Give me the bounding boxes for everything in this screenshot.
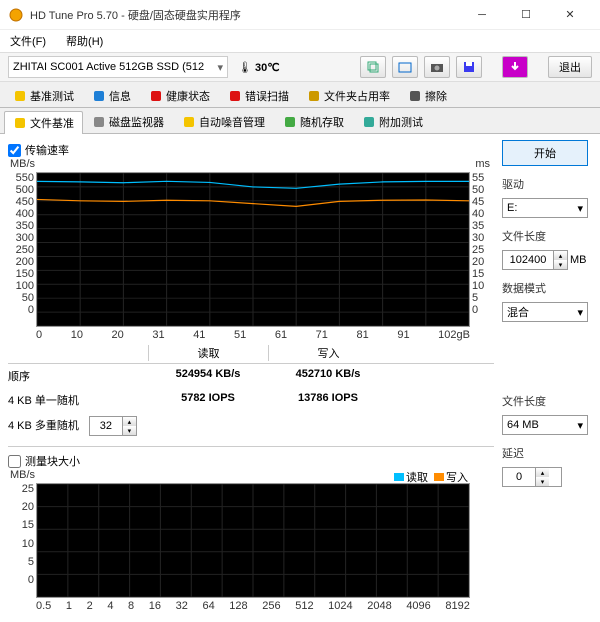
- tab-磁盘监视器[interactable]: 磁盘监视器: [83, 110, 173, 133]
- chevron-down-icon: ▾: [577, 202, 583, 215]
- chevron-down-icon: ▾: [217, 61, 223, 74]
- file-length2-label: 文件长度: [502, 393, 592, 409]
- tab-自动噪音管理[interactable]: 自动噪音管理: [173, 110, 274, 133]
- results-row: 顺序524954 KB/s452710 KB/s: [8, 364, 494, 388]
- delay-label: 延迟: [502, 445, 592, 461]
- temperature-value: 30℃: [255, 61, 280, 74]
- start-button[interactable]: 开始: [502, 140, 588, 166]
- titlebar: HD Tune Pro 5.70 - 硬盘/固态硬盘实用程序 ─ ☐ ✕: [0, 0, 600, 30]
- screenshot-button[interactable]: [392, 56, 418, 78]
- delay-spinner[interactable]: ▴▾: [502, 467, 562, 487]
- tabs-row-2: 文件基准磁盘监视器自动噪音管理随机存取附加测试: [0, 108, 600, 134]
- chart1-ylabel: MB/s: [10, 158, 35, 170]
- file-length-spinner[interactable]: ▴▾: [502, 250, 568, 270]
- tab-擦除[interactable]: 擦除: [399, 84, 456, 107]
- tab-icon: [408, 89, 422, 103]
- results-row: 4 KB 多重随机▴▾: [8, 412, 494, 440]
- data-mode-label: 数据模式: [502, 280, 592, 296]
- tab-icon: [182, 115, 196, 129]
- copy-button[interactable]: [360, 56, 386, 78]
- results-header-write: 写入: [268, 345, 388, 361]
- tab-文件夹占用率[interactable]: 文件夹占用率: [298, 84, 399, 107]
- camera-button[interactable]: [424, 56, 450, 78]
- chevron-down-icon: ▾: [577, 419, 583, 432]
- chart2-xaxis: 0.512481632641282565121024204840968192: [36, 600, 470, 612]
- tab-icon: [283, 115, 297, 129]
- block-size-label: 测量块大小: [25, 453, 80, 469]
- menubar: 文件(F) 帮助(H): [0, 30, 600, 52]
- transfer-rate-checkbox[interactable]: [8, 144, 21, 157]
- maximize-button[interactable]: ☐: [504, 1, 548, 29]
- data-mode-dropdown[interactable]: 混合▾: [502, 302, 588, 322]
- chart2-yaxis: 2520151050: [10, 483, 34, 586]
- menu-help[interactable]: 帮助(H): [60, 31, 109, 51]
- tab-icon: [362, 115, 376, 129]
- tab-icon: [92, 89, 106, 103]
- tab-icon: [13, 89, 27, 103]
- results-row: 4 KB 单一随机5782 IOPS13786 IOPS: [8, 388, 494, 412]
- tab-icon: [13, 116, 27, 130]
- queue-depth-spinner[interactable]: ▴▾: [89, 416, 137, 436]
- file-length2-dropdown[interactable]: 64 MB▾: [502, 415, 588, 435]
- transfer-rate-label: 传输速率: [25, 142, 69, 158]
- tabs-row-1: 基准测试信息健康状态错误扫描文件夹占用率擦除: [0, 82, 600, 108]
- chart2-ylabel: MB/s: [10, 469, 35, 481]
- tab-icon: [92, 115, 106, 129]
- tab-基准测试[interactable]: 基准测试: [4, 84, 83, 107]
- file-length-unit: MB: [570, 254, 587, 266]
- exit-button[interactable]: 退出: [548, 56, 592, 78]
- transfer-rate-chart: [36, 172, 470, 327]
- results-table: 读取 写入 顺序524954 KB/s452710 KB/s4 KB 单一随机5…: [8, 345, 494, 440]
- menu-file[interactable]: 文件(F): [4, 31, 52, 51]
- results-header-read: 读取: [148, 345, 268, 361]
- tab-icon: [228, 89, 242, 103]
- app-icon: [8, 7, 24, 23]
- temperature: 🌡 30℃: [234, 61, 284, 74]
- tab-健康状态[interactable]: 健康状态: [140, 84, 219, 107]
- toolbar: ZHITAI SC001 Active 512GB SSD (512 ▾ 🌡 3…: [0, 52, 600, 82]
- chart1-ylabel-right: ms: [475, 158, 490, 170]
- drive-dropdown[interactable]: E:▾: [502, 198, 588, 218]
- close-button[interactable]: ✕: [548, 1, 592, 29]
- save-button[interactable]: [456, 56, 482, 78]
- tab-信息[interactable]: 信息: [83, 84, 140, 107]
- block-size-chart: [36, 483, 470, 598]
- block-size-checkbox[interactable]: [8, 455, 21, 468]
- chart1-yaxis: 550500450400350300250200150100500: [10, 172, 34, 315]
- tab-错误扫描[interactable]: 错误扫描: [219, 84, 298, 107]
- download-button[interactable]: [502, 56, 528, 78]
- drive-select-value: ZHITAI SC001 Active 512GB SSD (512: [13, 61, 204, 73]
- minimize-button[interactable]: ─: [460, 1, 504, 29]
- thermometer-icon: 🌡: [238, 61, 252, 74]
- chevron-down-icon: ▾: [577, 306, 583, 319]
- tab-随机存取[interactable]: 随机存取: [274, 110, 353, 133]
- tab-icon: [149, 89, 163, 103]
- chart1-yaxis-right: 5550454035302520151050: [472, 172, 490, 315]
- tab-icon: [307, 89, 321, 103]
- tab-附加测试[interactable]: 附加测试: [353, 110, 432, 133]
- drive-label: 驱动: [502, 176, 592, 192]
- drive-select[interactable]: ZHITAI SC001 Active 512GB SSD (512 ▾: [8, 56, 228, 78]
- tab-文件基准[interactable]: 文件基准: [4, 111, 83, 134]
- chart1-xaxis: 0102031415161718191102gB: [36, 329, 470, 341]
- file-length-label: 文件长度: [502, 228, 592, 244]
- window-title: HD Tune Pro 5.70 - 硬盘/固态硬盘实用程序: [30, 7, 460, 23]
